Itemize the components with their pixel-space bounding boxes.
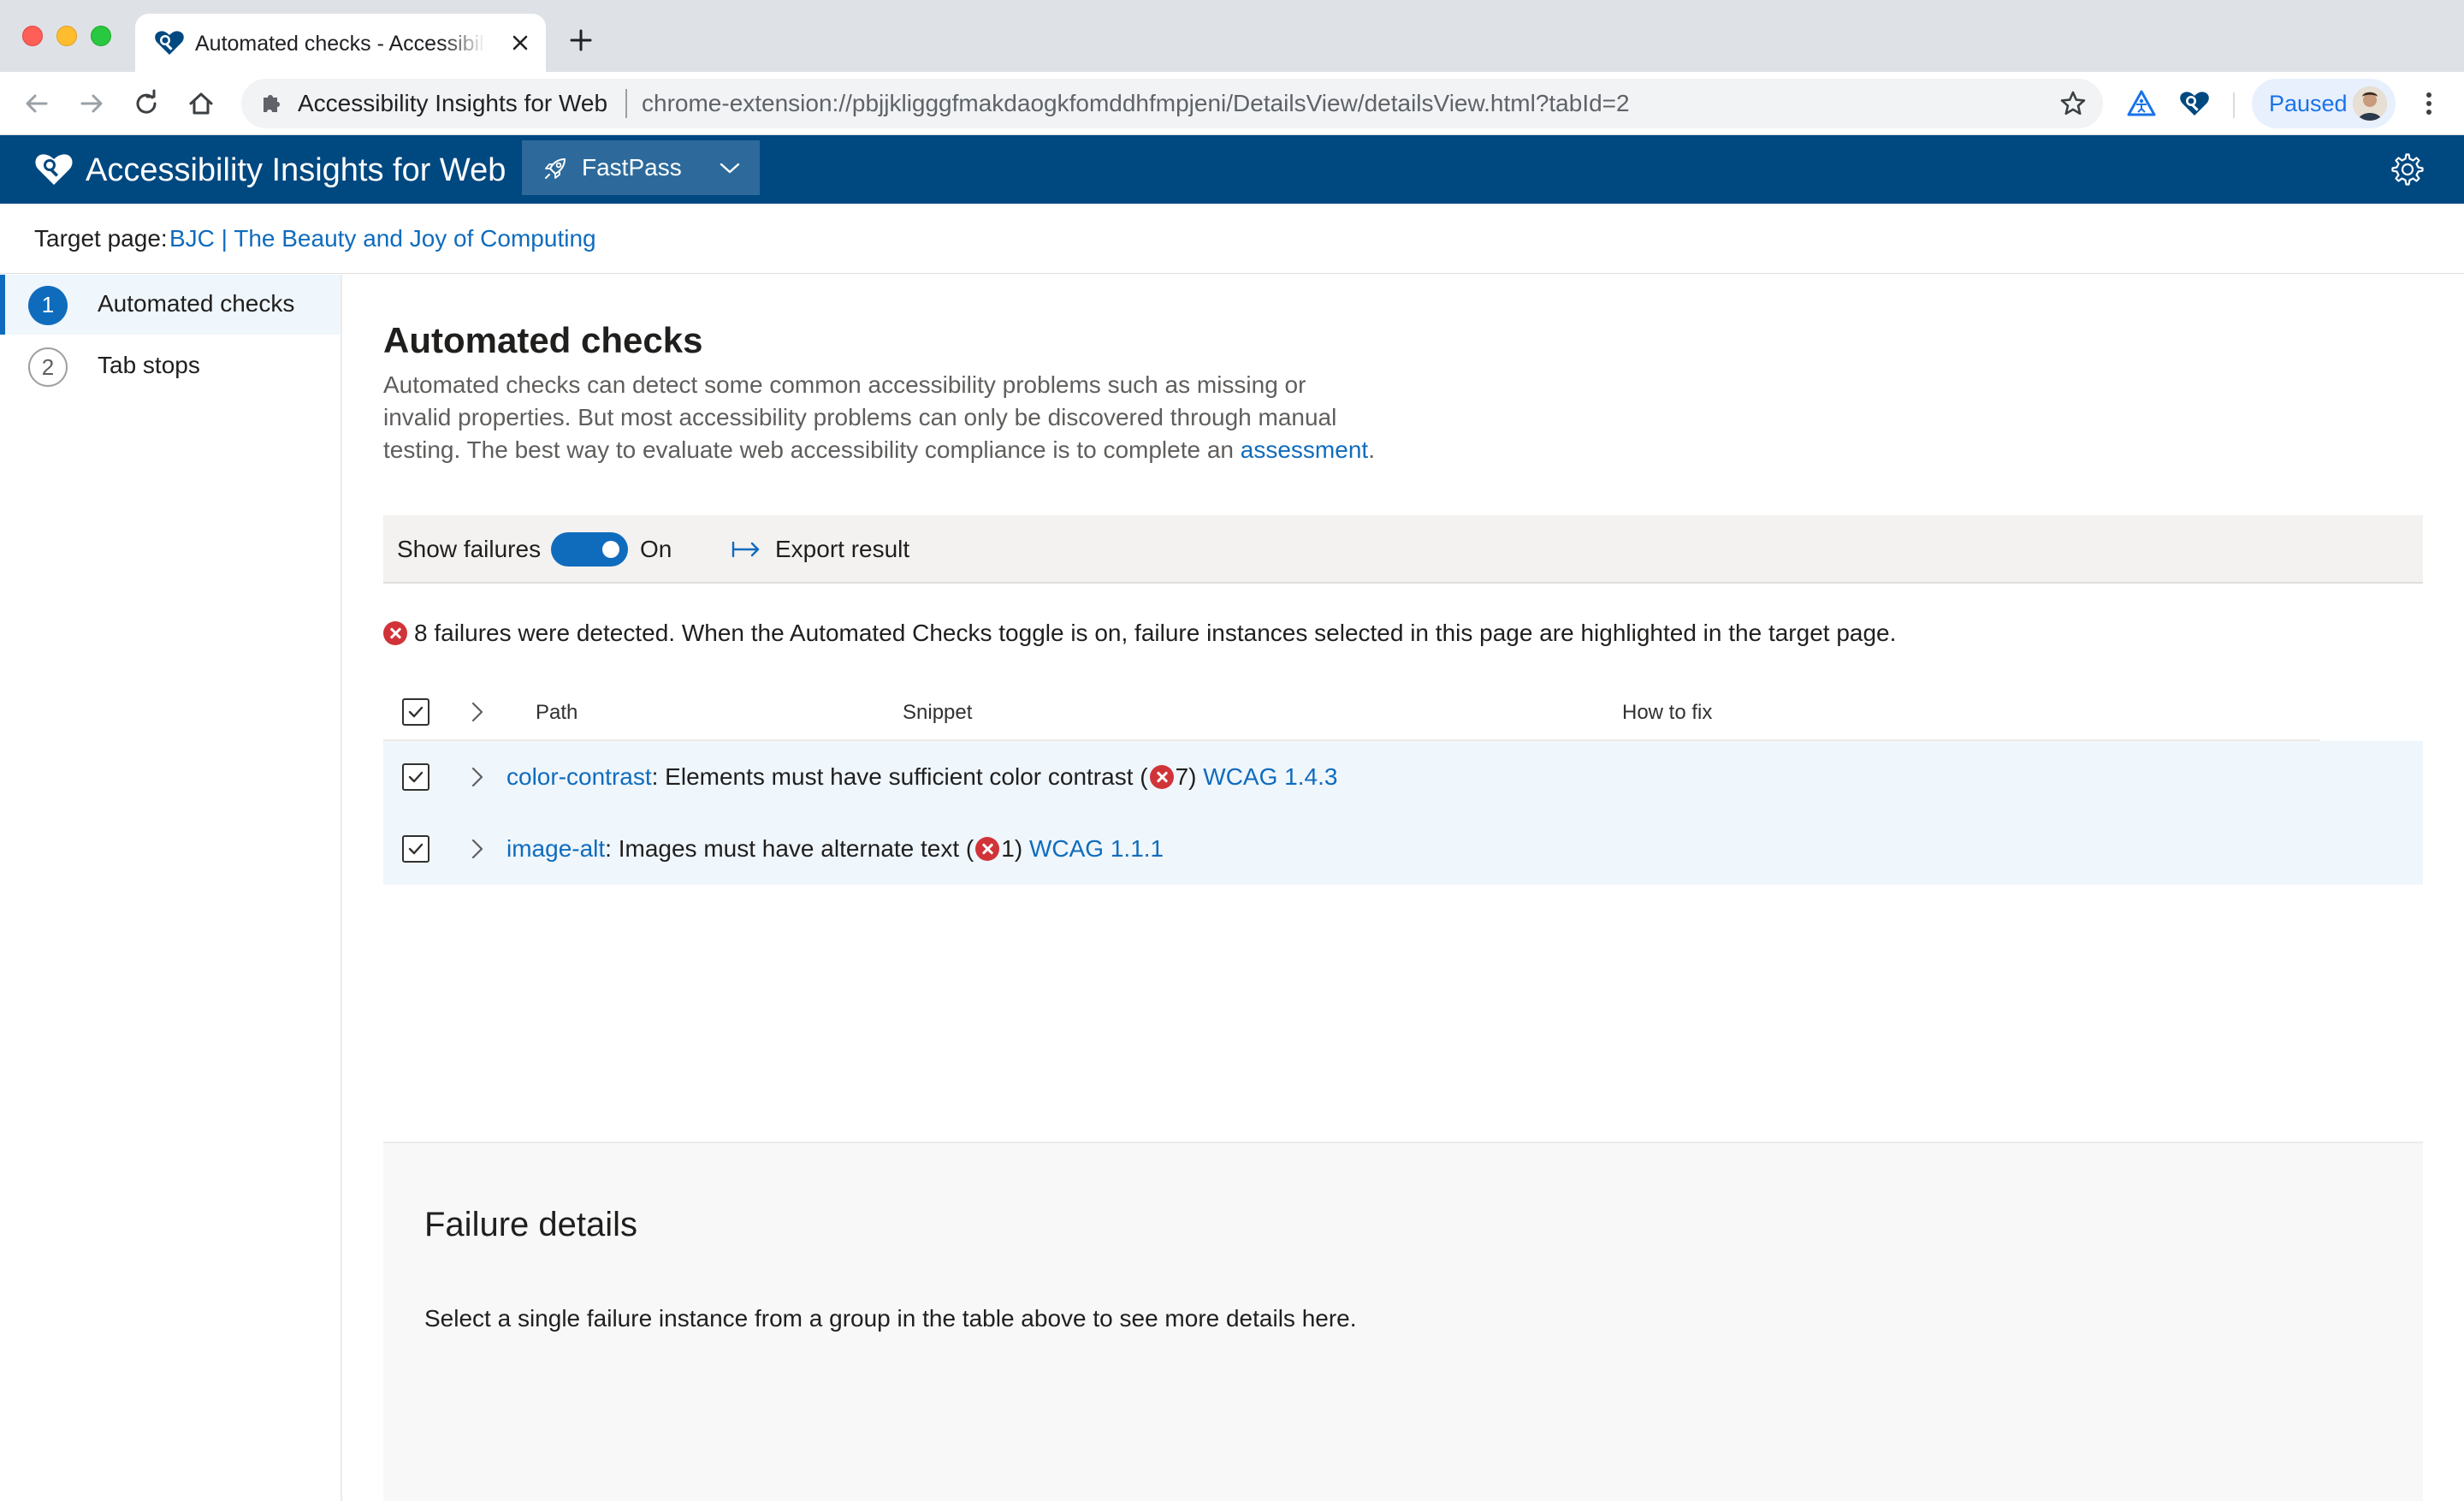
app-title: Accessibility Insights for Web	[86, 152, 506, 188]
column-header-path[interactable]: Path	[536, 699, 578, 727]
browser-tabstrip: Automated checks - Accessibility Insight…	[0, 0, 2464, 72]
rule-group-text: image-alt: Images must have alternate te…	[506, 832, 1164, 866]
error-icon	[383, 621, 407, 645]
more-options-icon[interactable]	[2413, 87, 2445, 120]
failure-count: 7	[1175, 763, 1189, 790]
description-line: Automated checks can detect some common …	[383, 371, 1306, 398]
failure-details-title: Failure details	[424, 1206, 638, 1243]
close-tab-icon[interactable]	[510, 33, 530, 53]
column-header-snippet[interactable]: Snippet	[903, 699, 972, 727]
assessment-link[interactable]: assessment	[1241, 436, 1368, 463]
checkmark-icon	[408, 843, 424, 855]
nav-item-label: Tab stops	[98, 352, 200, 378]
toggle-state-label: On	[640, 536, 672, 562]
nav-step-number: 2	[28, 347, 68, 387]
target-page-label: Target page:	[34, 225, 168, 252]
accessibility-insights-logo-icon	[35, 154, 73, 185]
accessibility-triangle-extension-icon[interactable]	[2125, 87, 2158, 120]
gear-icon[interactable]	[2390, 152, 2425, 187]
reload-icon[interactable]	[132, 89, 161, 118]
profile-button[interactable]: Paused	[2252, 79, 2396, 128]
rule-group-text: color-contrast: Elements must have suffi…	[506, 760, 1337, 794]
show-failures-toggle[interactable]	[551, 532, 628, 567]
group-checkbox[interactable]	[402, 835, 429, 863]
nav-item-label: Automated checks	[98, 290, 295, 317]
show-failures-label: Show failures	[397, 536, 542, 562]
nav-item-automated-checks[interactable]: 1 Automated checks	[0, 275, 341, 335]
description-text: testing. The best way to evaluate web ac…	[383, 436, 1241, 463]
nav-item-tab-stops[interactable]: 2 Tab stops	[0, 336, 341, 396]
mode-dropdown[interactable]: FastPass	[522, 140, 760, 195]
checkmark-icon	[408, 771, 424, 783]
rule-description: : Elements must have sufficient color co…	[651, 763, 1148, 790]
mode-label: FastPass	[582, 154, 682, 181]
address-bar[interactable]: Accessibility Insights for Web chrome-ex…	[241, 79, 2103, 128]
error-icon	[1149, 764, 1174, 789]
address-url[interactable]: chrome-extension://pbjjkligggfmakdaogkfo…	[642, 88, 1630, 119]
rule-paren: )	[1014, 835, 1029, 862]
app-header: Accessibility Insights for Web FastPass	[0, 135, 2464, 204]
browser-tab-active[interactable]: Automated checks - Accessibility Insight…	[135, 14, 546, 72]
minimize-window-button[interactable]	[56, 26, 77, 46]
error-icon	[975, 836, 1000, 861]
rule-paren: )	[1188, 763, 1204, 790]
group-checkbox[interactable]	[402, 763, 429, 791]
wcag-link[interactable]: WCAG 1.1.1	[1029, 835, 1164, 862]
profile-status-label: Paused	[2269, 91, 2348, 116]
address-separator	[625, 89, 627, 118]
avatar	[2353, 86, 2387, 121]
rule-id-link[interactable]: color-contrast	[506, 763, 652, 790]
target-page-bar: Target page: BJC | The Beauty and Joy of…	[0, 204, 2464, 274]
description-line: invalid properties. But most accessibili…	[383, 404, 1337, 430]
page-title: Automated checks	[383, 320, 703, 360]
select-all-checkbox[interactable]	[402, 698, 429, 726]
browser-toolbar: Accessibility Insights for Web chrome-ex…	[0, 72, 2464, 135]
failure-details-text: Select a single failure instance from a …	[424, 1305, 1357, 1332]
nav-step-number: 1	[28, 286, 68, 325]
browser-tab-title: Automated checks - Accessibility Insight…	[195, 32, 486, 56]
wcag-link[interactable]: WCAG 1.4.3	[1203, 763, 1337, 790]
target-page-link[interactable]: BJC | The Beauty and Joy of Computing	[169, 223, 596, 254]
back-arrow-icon[interactable]	[22, 89, 51, 118]
description-line-final: testing. The best way to evaluate web ac…	[383, 434, 1376, 466]
toggle-knob	[602, 541, 619, 558]
expand-group-chevron-icon[interactable]	[471, 838, 484, 860]
export-result-button[interactable]: Export result	[775, 534, 909, 565]
results-table-header: Path Snippet How to fix	[383, 685, 2320, 741]
rocket-icon	[545, 158, 566, 179]
rule-id-link[interactable]: image-alt	[506, 835, 605, 862]
extension-puzzle-icon	[264, 95, 280, 112]
rule-group-row[interactable]: image-alt: Images must have alternate te…	[383, 813, 2423, 885]
expand-group-chevron-icon[interactable]	[471, 766, 484, 788]
failure-count: 1	[1001, 835, 1015, 862]
bookmark-star-icon[interactable]	[2058, 89, 2088, 118]
left-nav: 1 Automated checks 2 Tab stops	[0, 275, 342, 1501]
accessibility-insights-extension-icon[interactable]	[2178, 87, 2211, 120]
expand-all-chevron-icon[interactable]	[471, 701, 484, 723]
toolbar-divider	[2233, 92, 2235, 118]
forward-arrow-icon[interactable]	[77, 89, 106, 118]
rule-description: : Images must have alternate text (	[605, 835, 974, 862]
new-tab-icon[interactable]	[568, 27, 594, 53]
close-window-button[interactable]	[22, 26, 43, 46]
chevron-down-icon	[720, 163, 740, 174]
failures-summary-text: 8 failures were detected. When the Autom…	[414, 620, 1897, 646]
accessibility-insights-heart-icon	[155, 31, 184, 55]
home-icon[interactable]	[187, 89, 216, 118]
command-bar: Show failures On Export result	[383, 515, 2423, 584]
checkmark-icon	[408, 706, 424, 718]
maximize-window-button[interactable]	[91, 26, 111, 46]
export-arrow-icon[interactable]	[731, 539, 761, 560]
address-site-name: Accessibility Insights for Web	[298, 90, 608, 116]
column-header-how-to-fix[interactable]: How to fix	[1622, 699, 1712, 727]
rule-group-row[interactable]: color-contrast: Elements must have suffi…	[383, 741, 2423, 813]
page-description: Automated checks can detect some common …	[383, 369, 1376, 466]
failure-details-panel: Failure details Select a single failure …	[383, 1142, 2423, 1501]
description-period: .	[1368, 436, 1375, 463]
